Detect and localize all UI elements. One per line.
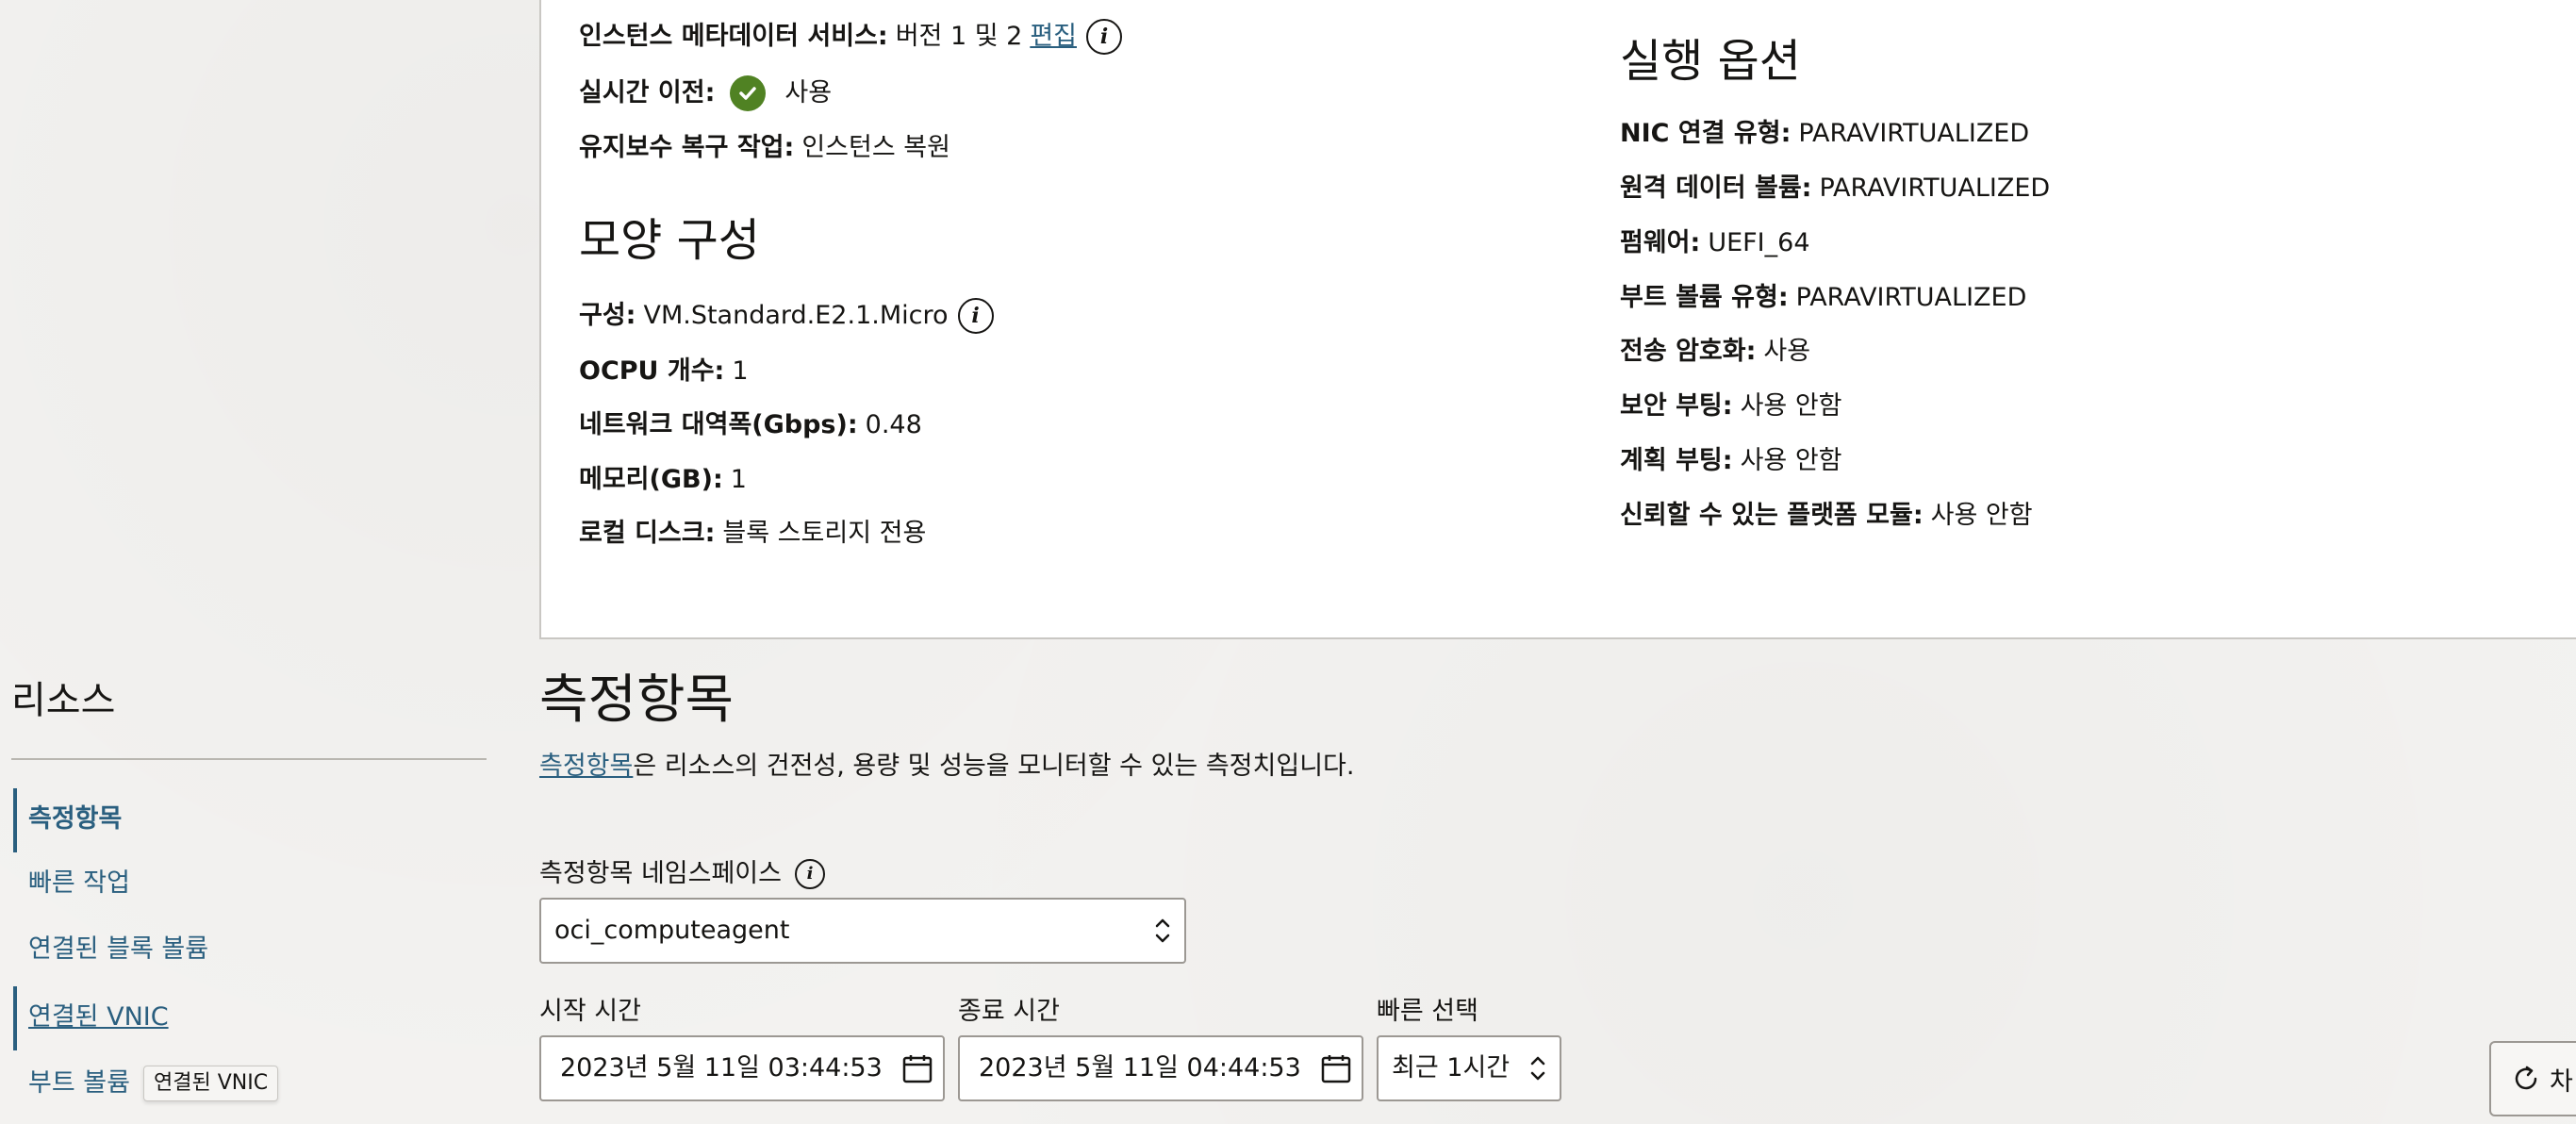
nic-label: NIC 연결 유형: bbox=[1620, 119, 1792, 148]
secure-boot-value: 사용 안함 bbox=[1740, 391, 1842, 421]
firmware-row: 펌웨어: UEFI_64 bbox=[1620, 227, 1810, 259]
tooltip: 연결된 VNIC bbox=[143, 1066, 279, 1101]
local-disk-label: 로컬 디스크: bbox=[579, 519, 716, 548]
shape-label: 구성: bbox=[579, 301, 636, 330]
shape-config-title: 모양 구성 bbox=[579, 214, 760, 267]
namespace-select[interactable]: oci_computeagent bbox=[539, 898, 1186, 964]
shape-row: 구성: VM.Standard.E2.1.Micro i bbox=[579, 298, 994, 334]
launch-options-title: 실행 옵션 bbox=[1620, 35, 1801, 88]
metadata-service-value: 버전 1 및 2 bbox=[895, 22, 1023, 51]
secure-boot-label: 보안 부팅: bbox=[1620, 391, 1733, 421]
sidebar-item-attached-block-volumes[interactable]: 연결된 블록 볼륨 bbox=[13, 934, 208, 966]
boot-volume-type-row: 부트 볼륨 유형: PARAVIRTUALIZED bbox=[1620, 282, 2026, 314]
maintenance-row: 유지보수 복구 작업: 인스턴스 복원 bbox=[579, 132, 950, 164]
maintenance-label: 유지보수 복구 작업: bbox=[579, 133, 795, 162]
quick-select-value: 최근 1시간 bbox=[1392, 1053, 1511, 1083]
info-icon[interactable]: i bbox=[1086, 19, 1122, 55]
start-time-label: 시작 시간 bbox=[539, 997, 641, 1026]
metrics-doc-link[interactable]: 측정항목 bbox=[539, 752, 633, 781]
chevron-updown-icon bbox=[1530, 1056, 1545, 1081]
metadata-edit-link[interactable]: 편집 bbox=[1030, 21, 1077, 53]
end-time-value: 2023년 5월 11일 04:44:53 U bbox=[979, 1053, 1309, 1083]
live-migration-value: 사용 bbox=[784, 78, 833, 107]
info-icon[interactable]: i bbox=[794, 859, 825, 889]
ocpu-value: 1 bbox=[732, 356, 749, 386]
namespace-value: oci_computeagent bbox=[554, 916, 790, 945]
sidebar-divider bbox=[11, 758, 487, 760]
memory-label: 메모리(GB): bbox=[579, 465, 723, 494]
refresh-label: 차 bbox=[2550, 1066, 2573, 1097]
secure-boot-row: 보안 부팅: 사용 안함 bbox=[1620, 390, 1842, 422]
start-time-input[interactable]: 2023년 5월 11일 03:44:53 U bbox=[539, 1035, 945, 1101]
info-icon[interactable]: i bbox=[957, 298, 994, 334]
transit-encryption-label: 전송 암호화: bbox=[1620, 337, 1757, 366]
quick-select[interactable]: 최근 1시간 bbox=[1377, 1035, 1561, 1101]
calendar-icon[interactable] bbox=[1320, 1052, 1352, 1084]
resources-title: 리소스 bbox=[11, 679, 116, 722]
local-disk-row: 로컬 디스크: 블록 스토리지 전용 bbox=[579, 518, 926, 550]
ocpu-row: OCPU 개수: 1 bbox=[579, 355, 749, 388]
end-time-input[interactable]: 2023년 5월 11일 04:44:53 U bbox=[958, 1035, 1363, 1101]
measured-boot-row: 계획 부팅: 사용 안함 bbox=[1620, 445, 1842, 477]
measured-boot-value: 사용 안함 bbox=[1740, 446, 1842, 475]
tpm-value: 사용 안함 bbox=[1930, 501, 2033, 530]
sidebar-item-metrics[interactable]: 측정항목 bbox=[13, 788, 122, 852]
transit-encryption-value: 사용 bbox=[1763, 337, 1811, 366]
quick-select-label: 빠른 선택 bbox=[1377, 997, 1478, 1026]
refresh-icon bbox=[2515, 1066, 2537, 1090]
end-time-label: 종료 시간 bbox=[958, 997, 1060, 1026]
instance-details-card: 인스턴스 메타데이터 서비스: 버전 1 및 2 편집 i 실시간 이전: 사용… bbox=[539, 0, 2576, 639]
boot-volume-type-label: 부트 볼륨 유형: bbox=[1620, 283, 1789, 312]
live-migration-row: 실시간 이전: 사용 bbox=[579, 75, 832, 111]
bandwidth-value: 0.48 bbox=[865, 410, 922, 439]
measured-boot-label: 계획 부팅: bbox=[1620, 446, 1733, 475]
chevron-updown-icon bbox=[1155, 918, 1170, 943]
maintenance-value: 인스턴스 복원 bbox=[801, 133, 950, 162]
bandwidth-row: 네트워크 대역폭(Gbps): 0.48 bbox=[579, 409, 922, 441]
refresh-button[interactable]: 차 bbox=[2489, 1041, 2576, 1116]
remote-volume-row: 원격 데이터 볼륨: PARAVIRTUALIZED bbox=[1620, 173, 2050, 205]
transit-encryption-row: 전송 암호화: 사용 bbox=[1620, 336, 1810, 368]
calendar-icon[interactable] bbox=[901, 1052, 933, 1084]
memory-value: 1 bbox=[730, 465, 747, 494]
metrics-title: 측정항목 bbox=[539, 669, 735, 731]
live-migration-label: 실시간 이전: bbox=[579, 78, 716, 107]
metrics-description: 측정항목은 리소스의 건전성, 용량 및 성능을 모니터할 수 있는 측정치입니… bbox=[539, 751, 1354, 783]
metadata-service-row: 인스턴스 메타데이터 서비스: 버전 1 및 2 편집 i bbox=[579, 19, 1122, 55]
tpm-row: 신뢰할 수 있는 플랫폼 모듈: 사용 안함 bbox=[1620, 500, 2033, 532]
boot-volume-type-value: PARAVIRTUALIZED bbox=[1795, 283, 2027, 312]
nic-value: PARAVIRTUALIZED bbox=[1798, 119, 2030, 148]
remote-volume-label: 원격 데이터 볼륨: bbox=[1620, 174, 1812, 203]
sidebar-item-attached-vnics[interactable]: 연결된 VNIC bbox=[13, 986, 169, 1050]
metrics-description-text: 은 리소스의 건전성, 용량 및 성능을 모니터할 수 있는 측정치입니다. bbox=[633, 752, 1355, 781]
memory-row: 메모리(GB): 1 bbox=[579, 464, 747, 496]
namespace-label: 측정항목 네임스페이스 bbox=[539, 859, 782, 888]
ocpu-label: OCPU 개수: bbox=[579, 356, 725, 386]
metadata-service-label: 인스턴스 메타데이터 서비스: bbox=[579, 22, 888, 51]
namespace-label-row: 측정항목 네임스페이스 i bbox=[539, 858, 825, 890]
remote-volume-value: PARAVIRTUALIZED bbox=[1819, 174, 2051, 203]
firmware-label: 펌웨어: bbox=[1620, 228, 1701, 257]
tpm-label: 신뢰할 수 있는 플랫폼 모듈: bbox=[1620, 501, 1924, 530]
bandwidth-label: 네트워크 대역폭(Gbps): bbox=[579, 410, 858, 439]
sidebar-item-quick-actions[interactable]: 빠른 작업 bbox=[13, 868, 130, 900]
sidebar-item-boot-volume[interactable]: 부트 볼륨 bbox=[13, 1067, 130, 1099]
check-icon bbox=[730, 75, 767, 111]
nic-row: NIC 연결 유형: PARAVIRTUALIZED bbox=[1620, 118, 2029, 150]
local-disk-value: 블록 스토리지 전용 bbox=[722, 519, 927, 548]
shape-value: VM.Standard.E2.1.Micro bbox=[643, 301, 949, 330]
firmware-value: UEFI_64 bbox=[1708, 228, 1810, 257]
start-time-value: 2023년 5월 11일 03:44:53 U bbox=[560, 1053, 890, 1083]
